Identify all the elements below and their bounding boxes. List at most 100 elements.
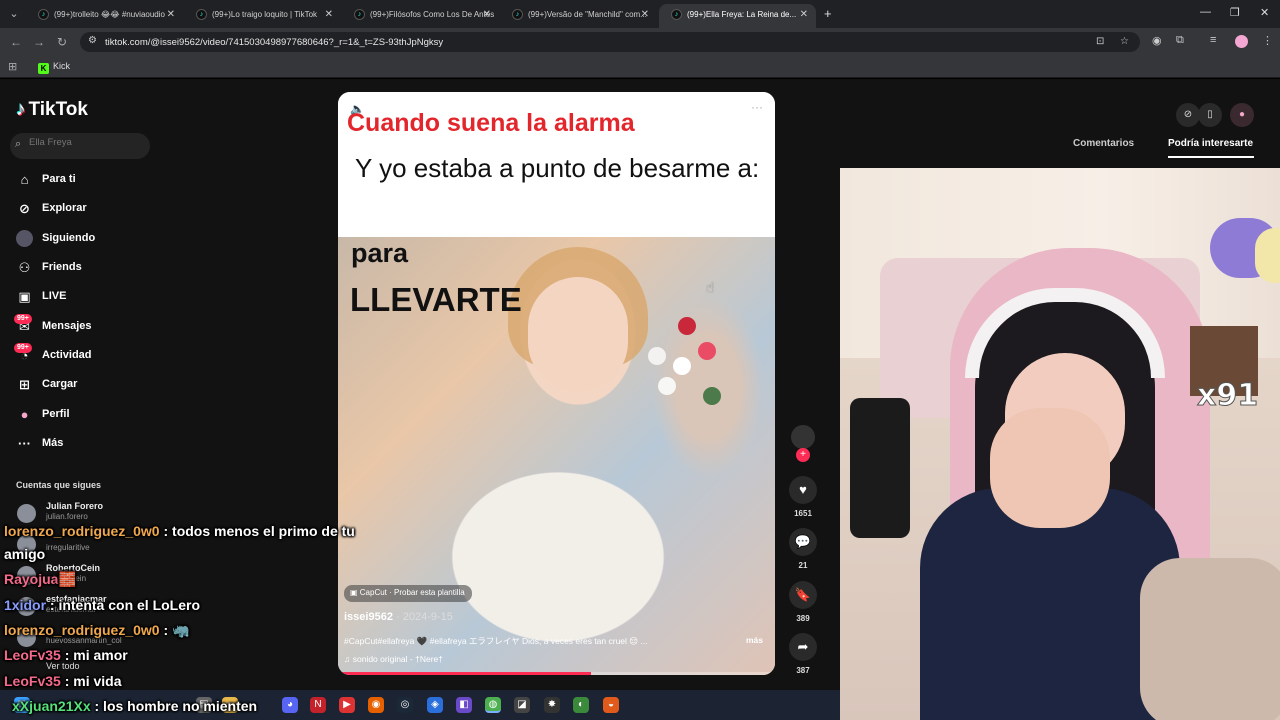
chat-text: : todos menos el primo de tu: [159, 523, 355, 539]
profile-icon: ●: [20, 407, 29, 422]
tiktok-favicon-icon: ♪: [671, 9, 682, 20]
reload-icon[interactable]: ↻: [57, 35, 67, 49]
description-more-button[interactable]: más: [746, 635, 763, 645]
video-player[interactable]: 🔈 ··· Cuando suena la alarma Y yo estaba…: [338, 92, 775, 675]
chat-message: amigo: [4, 546, 45, 562]
minimize-icon[interactable]: —: [1200, 6, 1211, 18]
avatar: [17, 504, 36, 523]
site-info-icon[interactable]: ⚙: [88, 35, 97, 46]
forward-icon[interactable]: →: [33, 35, 45, 49]
tiktok-logo[interactable]: ♪ TikTok: [16, 99, 88, 121]
active-tab-indicator: [1168, 156, 1254, 158]
profile-avatar-icon[interactable]: ●: [1230, 103, 1254, 127]
nav-explorar[interactable]: ⊘ Explorar: [16, 197, 176, 221]
new-tab-icon[interactable]: +: [824, 6, 832, 21]
close-icon[interactable]: ✕: [167, 9, 175, 20]
nav-live[interactable]: ▣ LIVE: [16, 285, 176, 309]
back-icon[interactable]: ←: [10, 35, 22, 49]
nav-mensajes[interactable]: ✉ 99+ Mensajes: [14, 314, 176, 339]
media-icon[interactable]: ≡: [1210, 34, 1216, 46]
app-icon[interactable]: ◐: [573, 697, 589, 713]
chat-message: LeoFv35 : mi amor: [4, 647, 128, 663]
overlay-text-llevarte: LLEVARTE: [350, 281, 522, 318]
nav-actividad[interactable]: ◔ 99+ Actividad: [14, 343, 176, 368]
extension-icon[interactable]: ◉: [1152, 34, 1162, 47]
menu-dots-icon[interactable]: ⋮: [1262, 34, 1273, 47]
browser-tab[interactable]: ♪ (99+)Filósofos Como Los De Antes ✕: [342, 4, 499, 28]
creator-avatar[interactable]: [791, 425, 815, 449]
nav-label: LIVE: [42, 290, 67, 302]
profile-avatar[interactable]: [1235, 35, 1248, 48]
video-progress-bar[interactable]: [338, 672, 775, 675]
nav-label: Para ti: [42, 173, 76, 185]
nav-para-ti[interactable]: ⌂ Para ti: [16, 168, 176, 192]
heart-icon: ♥: [789, 476, 817, 504]
tiktok-favicon-icon: ♪: [38, 9, 49, 20]
nav-cargar[interactable]: ⊞ Cargar: [16, 373, 176, 397]
browser-tab[interactable]: ♪ (99+)trolleito 😂😂 #nuviaoudio ✕: [26, 4, 183, 28]
close-window-icon[interactable]: ✕: [1260, 6, 1269, 19]
follow-plus-icon[interactable]: +: [796, 448, 810, 462]
chrome-icon[interactable]: ◍: [485, 697, 501, 713]
app-icon[interactable]: ✸: [544, 697, 560, 713]
flower: [698, 342, 716, 360]
overlay-text-para: para: [351, 238, 409, 268]
search-input[interactable]: [29, 137, 144, 148]
maximize-icon[interactable]: ❐: [1230, 6, 1240, 19]
more-dots-icon: ···: [18, 436, 31, 451]
account-handle: irregularitive: [46, 543, 90, 552]
video-sound[interactable]: ♫ sonido original - †Nere†: [344, 654, 443, 664]
apps-grid-icon[interactable]: ⊞: [8, 60, 17, 73]
install-app-icon[interactable]: ⊡: [1096, 36, 1104, 47]
tab-search-icon[interactable]: ⌄: [6, 6, 22, 22]
nav-label: Siguiendo: [42, 232, 96, 244]
netflix-icon[interactable]: N: [310, 697, 326, 713]
video-author[interactable]: issei9562 · 2024-9-15: [344, 611, 453, 623]
comment-count: 21: [798, 561, 808, 570]
browser-tab[interactable]: ♪ (99+)Versão de "Manchild" com... ✕: [500, 4, 657, 28]
app-icon[interactable]: ◒: [603, 697, 619, 713]
close-icon[interactable]: ✕: [800, 9, 808, 20]
comment-button[interactable]: 💬 21: [788, 528, 818, 570]
browser-tab-active[interactable]: ♪ (99+)Ella Freya: La Reina de... ✕: [659, 4, 816, 28]
flower: [673, 357, 691, 375]
app-icon[interactable]: ◪: [514, 697, 530, 713]
close-icon[interactable]: ✕: [641, 9, 649, 20]
following-avatar-icon: [16, 230, 33, 247]
tab-comments[interactable]: Comentarios: [1073, 138, 1134, 149]
twitch-icon[interactable]: ◧: [456, 697, 472, 713]
capcut-template-badge[interactable]: ▣ CapCut · Probar esta plantilla: [344, 585, 472, 602]
url-text[interactable]: tiktok.com/@issei9562/video/741503049897…: [105, 37, 443, 48]
like-button[interactable]: ♥ 1651: [788, 476, 818, 518]
streamer-webcam: x91: [840, 168, 1280, 720]
app-icon[interactable]: ◈: [427, 697, 443, 713]
nav-siguiendo[interactable]: Siguiendo: [16, 227, 176, 251]
firefox-icon[interactable]: ◉: [368, 697, 384, 713]
friends-icon: ⚇: [18, 260, 31, 275]
puzzle-icon[interactable]: ⧉: [1176, 34, 1184, 47]
close-icon[interactable]: ✕: [483, 9, 491, 20]
tab-you-may-like[interactable]: Podría interesarte: [1168, 138, 1253, 149]
bookmark-label: Kick: [53, 61, 71, 71]
search-box[interactable]: ⌕: [10, 133, 150, 159]
youtube-icon[interactable]: ▶: [339, 697, 355, 713]
bookmark-star-icon[interactable]: ☆: [1120, 36, 1129, 47]
capcut-label: CapCut · Probar esta plantilla: [359, 588, 465, 597]
nav-friends[interactable]: ⚇ Friends: [16, 256, 176, 280]
compass-icon[interactable]: ⊘: [1176, 103, 1200, 127]
save-button[interactable]: 🔖 389: [788, 581, 818, 623]
more-options-icon[interactable]: ···: [751, 100, 763, 114]
nav-perfil[interactable]: ● Perfil: [16, 403, 176, 427]
browser-tab[interactable]: ♪ (99+)Lo traigo loquito | TikTok ✕: [184, 4, 341, 28]
nav-mas[interactable]: ··· Más: [16, 432, 176, 456]
bookmark-kick[interactable]: K Kick: [38, 61, 70, 74]
share-button[interactable]: ➦ 387: [788, 633, 818, 675]
omnibox[interactable]: ⚙ tiktok.com/@issei9562/video/7415030498…: [80, 32, 1140, 52]
chat-text: : mi amor: [60, 647, 128, 663]
account-handle: julian.forero: [46, 512, 88, 521]
address-bar-row: ← → ↻ ⚙ tiktok.com/@issei9562/video/7415…: [0, 28, 1280, 56]
close-icon[interactable]: ✕: [325, 9, 333, 20]
steam-icon[interactable]: ◎: [397, 697, 413, 713]
discord-icon[interactable]: ◕: [282, 697, 298, 713]
phone-icon[interactable]: ▯: [1198, 103, 1222, 127]
